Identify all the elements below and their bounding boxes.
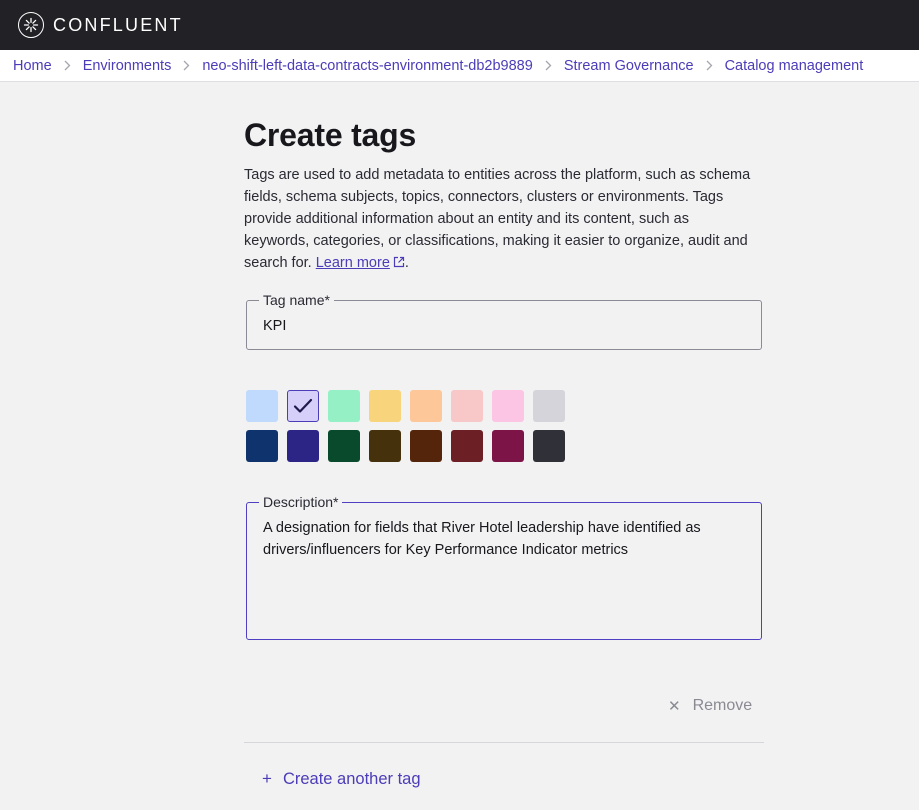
- plus-icon: +: [262, 769, 272, 788]
- brand-name[interactable]: CONFLUENT: [53, 15, 183, 36]
- confluent-logo-icon[interactable]: [18, 12, 44, 38]
- color-swatch-light-2[interactable]: [287, 390, 319, 422]
- breadcrumb-home[interactable]: Home: [13, 58, 52, 74]
- top-bar: CONFLUENT: [0, 0, 919, 50]
- remove-button[interactable]: ✕ Remove: [668, 697, 752, 715]
- color-swatch-dark-7[interactable]: [492, 430, 524, 462]
- color-swatch-dark-1[interactable]: [246, 430, 278, 462]
- create-another-label: Create another tag: [282, 769, 421, 788]
- description-field[interactable]: Description* A designation for fields th…: [246, 494, 762, 640]
- tag-name-field[interactable]: Tag name* KPI: [246, 292, 762, 350]
- external-link-icon[interactable]: [393, 253, 405, 275]
- chevron-right-icon: [706, 60, 713, 71]
- close-icon: ✕: [668, 698, 681, 715]
- chevron-right-icon: [64, 60, 71, 71]
- description-label: Description*: [259, 494, 343, 510]
- breadcrumb-environment[interactable]: neo-shift-left-data-contracts-environmen…: [202, 58, 532, 74]
- color-swatch-dark-3[interactable]: [328, 430, 360, 462]
- chevron-right-icon: [545, 60, 552, 71]
- color-swatch-light-1[interactable]: [246, 390, 278, 422]
- color-swatch-light-4[interactable]: [369, 390, 401, 422]
- color-swatch-light-3[interactable]: [328, 390, 360, 422]
- color-swatch-dark-6[interactable]: [451, 430, 483, 462]
- divider: [244, 742, 764, 743]
- color-swatch-light-5[interactable]: [410, 390, 442, 422]
- color-swatch-dark-5[interactable]: [410, 430, 442, 462]
- remove-label: Remove: [692, 697, 753, 714]
- chevron-right-icon: [183, 60, 190, 71]
- page-intro: Tags are used to add metadata to entitie…: [244, 164, 754, 275]
- breadcrumb-catalog-management[interactable]: Catalog management: [725, 58, 864, 74]
- tag-name-input[interactable]: KPI: [263, 318, 286, 334]
- description-textarea[interactable]: A designation for fields that River Hote…: [263, 517, 741, 561]
- color-swatch-light-6[interactable]: [451, 390, 483, 422]
- learn-more-link[interactable]: Learn more: [316, 255, 390, 271]
- tag-name-label: Tag name*: [259, 292, 334, 308]
- color-swatch-light-8[interactable]: [533, 390, 565, 422]
- color-swatch-dark-2[interactable]: [287, 430, 319, 462]
- create-another-tag-button[interactable]: + Create another tag: [262, 769, 421, 789]
- breadcrumb-stream-governance[interactable]: Stream Governance: [564, 58, 694, 74]
- intro-period: .: [404, 255, 409, 271]
- breadcrumb: Home Environments neo-shift-left-data-co…: [0, 50, 919, 82]
- checkmark-icon: [293, 398, 313, 413]
- page-title: Create tags: [244, 117, 417, 153]
- color-swatch-dark-4[interactable]: [369, 430, 401, 462]
- breadcrumb-environments[interactable]: Environments: [83, 58, 172, 74]
- color-swatch-light-7[interactable]: [492, 390, 524, 422]
- color-swatch-dark-8[interactable]: [533, 430, 565, 462]
